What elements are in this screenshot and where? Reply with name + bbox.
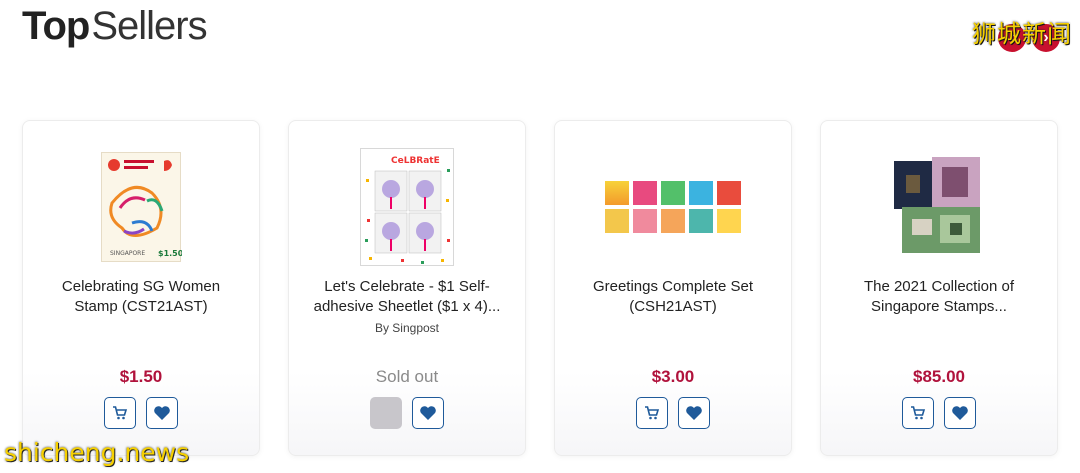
product-name[interactable]: Let's Celebrate - $1 Self-adhesive Sheet… bbox=[305, 277, 509, 317]
sold-out-label: Sold out bbox=[375, 367, 439, 386]
product-vendor: By Singpost bbox=[374, 321, 440, 335]
product-image[interactable]: CeLBRatE bbox=[347, 147, 467, 267]
greetings-set-image bbox=[605, 181, 741, 233]
cart-icon bbox=[113, 406, 128, 420]
heart-icon bbox=[952, 406, 968, 420]
wishlist-button[interactable] bbox=[944, 397, 976, 429]
heart-icon bbox=[420, 406, 436, 420]
product-card[interactable]: Greetings Complete Set (CSH21AST) $3.00 bbox=[554, 120, 792, 456]
product-card[interactable]: SINGAPORE $1.50 Celebrating SG Women Sta… bbox=[22, 120, 260, 456]
product-image[interactable] bbox=[593, 147, 753, 267]
heart-icon bbox=[686, 406, 702, 420]
product-actions bbox=[821, 397, 1057, 429]
add-to-cart-button-disabled bbox=[370, 397, 402, 429]
sheetlet-image: CeLBRatE bbox=[360, 148, 454, 266]
product-price: $3.00 bbox=[651, 367, 695, 386]
wishlist-button[interactable] bbox=[412, 397, 444, 429]
product-card[interactable]: The 2021 Collection of Singapore Stamps.… bbox=[820, 120, 1058, 456]
product-name[interactable]: The 2021 Collection of Singapore Stamps.… bbox=[837, 277, 1041, 317]
wishlist-button[interactable] bbox=[146, 397, 178, 429]
wishlist-button[interactable] bbox=[678, 397, 710, 429]
product-card[interactable]: CeLBRatE Let's Celebrate - $1 Self-adhes… bbox=[288, 120, 526, 456]
page-title: Top Sellers bbox=[22, 4, 208, 49]
cart-icon bbox=[645, 406, 660, 420]
product-image[interactable]: SINGAPORE $1.50 bbox=[81, 147, 201, 267]
title-strong: Top bbox=[22, 4, 90, 48]
svg-text:$1.50: $1.50 bbox=[158, 249, 182, 258]
svg-text:CeLBRatE: CeLBRatE bbox=[391, 156, 440, 166]
heart-icon bbox=[154, 406, 170, 420]
product-actions bbox=[555, 397, 791, 429]
svg-text:SINGAPORE: SINGAPORE bbox=[110, 250, 145, 257]
add-to-cart-button[interactable] bbox=[902, 397, 934, 429]
cart-icon bbox=[911, 406, 926, 420]
watermark-cn: 狮城新闻 bbox=[972, 20, 1072, 48]
product-name[interactable]: Greetings Complete Set (CSH21AST) bbox=[571, 277, 775, 317]
product-image[interactable] bbox=[879, 147, 999, 267]
product-list: SINGAPORE $1.50 Celebrating SG Women Sta… bbox=[22, 120, 1058, 456]
stamp-image: SINGAPORE $1.50 bbox=[101, 152, 184, 262]
add-to-cart-button[interactable] bbox=[636, 397, 668, 429]
product-price: $85.00 bbox=[913, 367, 965, 386]
watermark-en: shicheng.news bbox=[4, 438, 190, 467]
product-actions bbox=[289, 397, 525, 429]
product-name[interactable]: Celebrating SG Women Stamp (CST21AST) bbox=[39, 277, 243, 317]
collection-image bbox=[894, 157, 984, 257]
product-actions bbox=[23, 397, 259, 429]
add-to-cart-button[interactable] bbox=[104, 397, 136, 429]
title-light: Sellers bbox=[91, 4, 207, 48]
product-price: $1.50 bbox=[119, 367, 163, 386]
